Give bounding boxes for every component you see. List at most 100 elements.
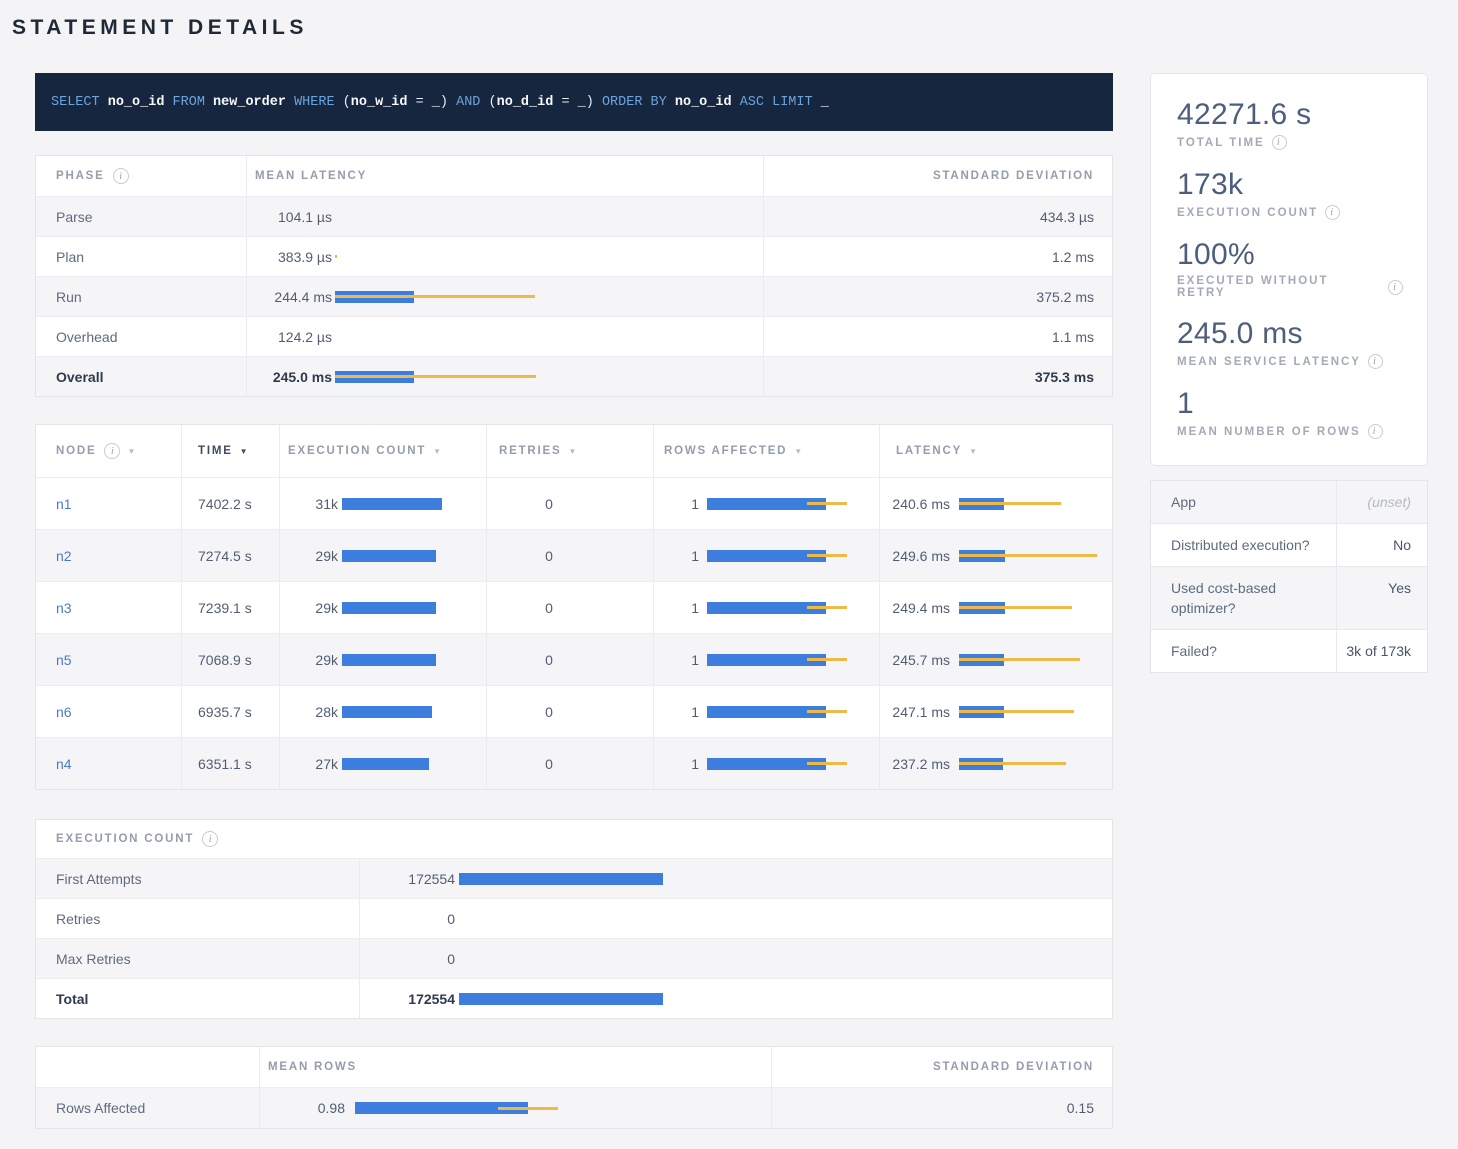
- time-value: 6935.7 s: [181, 686, 279, 737]
- info-icon[interactable]: i: [1368, 354, 1383, 369]
- node-link[interactable]: n5: [56, 652, 72, 668]
- phase-name: Overall: [36, 357, 246, 396]
- std-dev-value: 375.2 ms: [763, 277, 1114, 316]
- latency-bar: [959, 756, 1106, 772]
- time-value: 7068.9 s: [181, 634, 279, 685]
- info-icon[interactable]: i: [1368, 424, 1383, 439]
- retries-value: 0: [499, 496, 599, 512]
- rows-affected-bar: [707, 704, 879, 720]
- sort-arrow-icon[interactable]: ▼: [794, 447, 802, 456]
- info-icon[interactable]: i: [1388, 280, 1403, 295]
- rows-affected-label: Rows Affected: [36, 1088, 259, 1128]
- node-link[interactable]: n4: [56, 756, 72, 772]
- std-dev-value: 1.1 ms: [763, 317, 1114, 356]
- time-value: 7402.2 s: [181, 478, 279, 529]
- std-dev-value: 375.3 ms: [763, 357, 1114, 396]
- node-row-n3: n37239.1 s29k01249.4 ms: [36, 581, 1112, 633]
- sort-arrow-icon[interactable]: ▼: [127, 447, 135, 456]
- stat-total-time: 42271.6 s TOTAL TIMEi: [1177, 98, 1403, 150]
- phase-row-run: Run 244.4 ms 375.2 ms: [36, 276, 1112, 316]
- std-dev-value: 0.15: [771, 1088, 1114, 1128]
- phase-row-overhead: Overhead 124.2 µs 1.1 ms: [36, 316, 1112, 356]
- statement-attributes-table: App (unset) Distributed execution? No Us…: [1150, 480, 1428, 673]
- latency-bar: [335, 329, 763, 345]
- execution-count-column-header[interactable]: EXECUTION COUNT ▼: [279, 425, 486, 477]
- page-title: STATEMENT DETAILS: [12, 16, 1458, 40]
- execution-count-bar: [342, 652, 486, 668]
- rows-affected-bar: [707, 600, 879, 616]
- rows-affected-value: 1: [654, 756, 699, 772]
- count-bar: [459, 871, 1059, 887]
- stat-executed-without-retry: 100% EXECUTED WITHOUT RETRYi: [1177, 238, 1403, 299]
- stat-mean-number-of-rows: 1 MEAN NUMBER OF ROWSi: [1177, 387, 1403, 439]
- stat-value: 1: [1177, 387, 1403, 421]
- info-icon[interactable]: i: [1272, 135, 1287, 150]
- attribute-label: App: [1151, 481, 1336, 523]
- node-row-n6: n66935.7 s28k01247.1 ms: [36, 685, 1112, 737]
- execution-count-value: 31k: [288, 496, 338, 512]
- count-bar: [459, 911, 1059, 927]
- mean-rows-column-header: MEAN ROWS: [268, 1061, 357, 1073]
- stat-value: 100%: [1177, 238, 1403, 272]
- retries-value: 0: [499, 600, 599, 616]
- attribute-value: Yes: [1336, 567, 1427, 629]
- rows-affected-table: MEAN ROWS STANDARD DEVIATION Rows Affect…: [35, 1046, 1113, 1129]
- mean-latency-value: 124.2 µs: [255, 329, 332, 345]
- node-link[interactable]: n3: [56, 600, 72, 616]
- retries-value: 0: [499, 756, 599, 772]
- rows-affected-bar: [707, 652, 879, 668]
- attribute-label: Failed?: [1151, 630, 1336, 672]
- retries-value: 0: [499, 652, 599, 668]
- sort-arrow-icon[interactable]: ▼: [568, 447, 576, 456]
- sort-arrow-icon[interactable]: ▼: [240, 447, 248, 456]
- latency-bar: [959, 704, 1106, 720]
- info-icon[interactable]: i: [1325, 205, 1340, 220]
- execution-count-value: 28k: [288, 704, 338, 720]
- phase-table: PHASE i MEAN LATENCY STANDARD DEVIATION …: [35, 155, 1113, 397]
- latency-bar: [959, 548, 1106, 564]
- latency-bar: [959, 652, 1106, 668]
- node-link[interactable]: n2: [56, 548, 72, 564]
- rows-affected-value: 1: [654, 496, 699, 512]
- node-link[interactable]: n6: [56, 704, 72, 720]
- phase-column-header: PHASE: [56, 170, 105, 182]
- node-info-icon[interactable]: i: [104, 443, 120, 459]
- attribute-row-distributed-execution: Distributed execution? No: [1151, 523, 1427, 566]
- summary-stats-card: 42271.6 s TOTAL TIMEi 173k EXECUTION COU…: [1150, 73, 1428, 466]
- exec-row-retries: Retries 0: [36, 898, 1112, 938]
- std-dev-value: 1.2 ms: [763, 237, 1114, 276]
- time-column-header[interactable]: TIME ▼: [181, 425, 279, 477]
- exec-row-value: 172554: [372, 871, 455, 887]
- mean-latency-value: 104.1 µs: [255, 209, 332, 225]
- rows-affected-bar: [707, 756, 879, 772]
- phase-row-plan: Plan 383.9 µs 1.2 ms: [36, 236, 1112, 276]
- retries-value: 0: [499, 704, 599, 720]
- phase-info-icon[interactable]: i: [113, 168, 129, 184]
- sort-arrow-icon[interactable]: ▼: [969, 447, 977, 456]
- mean-rows-value: 0.98: [268, 1100, 345, 1116]
- node-column-header[interactable]: NODE i ▼: [36, 425, 181, 477]
- exec-row-total: Total 172554: [36, 978, 1112, 1018]
- phase-name: Overhead: [36, 317, 246, 356]
- sort-arrow-icon[interactable]: ▼: [433, 447, 441, 456]
- node-row-n5: n57068.9 s29k01245.7 ms: [36, 633, 1112, 685]
- statement-details-page: STATEMENT DETAILS SELECT no_o_id FROM ne…: [0, 0, 1458, 1149]
- attribute-row-app: App (unset): [1151, 481, 1427, 523]
- std-dev-value: 434.3 µs: [763, 197, 1114, 236]
- standard-deviation-column-header: STANDARD DEVIATION: [933, 1061, 1094, 1073]
- execution-count-value: 29k: [288, 600, 338, 616]
- rows-affected-value: 1: [654, 600, 699, 616]
- exec-row-first-attempts: First Attempts 172554: [36, 858, 1112, 898]
- rows-affected-row: Rows Affected 0.98 0.15: [36, 1087, 1112, 1128]
- execution-count-info-icon[interactable]: i: [202, 831, 218, 847]
- rows-affected-column-header[interactable]: ROWS AFFECTED ▼: [653, 425, 879, 477]
- standard-deviation-column-header: STANDARD DEVIATION: [933, 170, 1094, 182]
- sql-statement: SELECT no_o_id FROM new_order WHERE (no_…: [35, 73, 1113, 131]
- retries-column-header[interactable]: RETRIES ▼: [486, 425, 653, 477]
- time-value: 6351.1 s: [181, 738, 279, 789]
- phase-row-overall: Overall 245.0 ms 375.3 ms: [36, 356, 1112, 396]
- latency-column-header[interactable]: LATENCY ▼: [879, 425, 1114, 477]
- attribute-value: No: [1336, 524, 1427, 566]
- execution-count-table: EXECUTION COUNT i First Attempts 172554 …: [35, 819, 1113, 1019]
- node-link[interactable]: n1: [56, 496, 72, 512]
